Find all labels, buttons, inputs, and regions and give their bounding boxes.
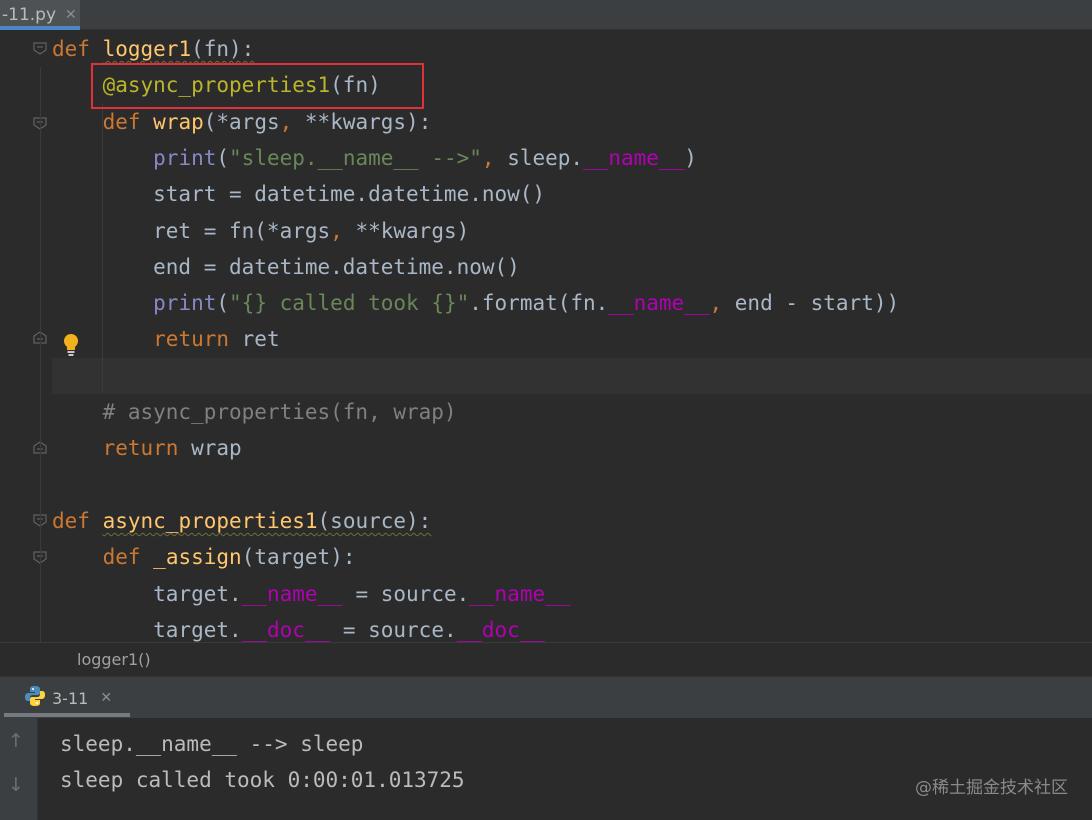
code-token: , [709, 291, 723, 316]
code-token: end = datetime.datetime.now() [52, 254, 520, 279]
code-token: ( [216, 145, 230, 170]
code-token: target. [52, 617, 242, 642]
code-token: def [102, 109, 141, 134]
code-token: __name__ [469, 581, 571, 606]
code-token: target. [52, 581, 242, 606]
code-token: end - start)) [722, 291, 900, 316]
run-output-panel[interactable]: ↑ ↓ sleep.__name__ --> sleep sleep calle… [0, 718, 1092, 820]
run-tab-label: 3-11 [52, 688, 89, 708]
code-token: "sleep.__name__ -->" [229, 145, 482, 170]
code-line[interactable]: return ret [52, 321, 280, 357]
active-tab-indicator [4, 713, 130, 717]
code-token: (fn): [191, 37, 255, 61]
code-token: return [102, 436, 179, 461]
close-icon[interactable]: ✕ [65, 7, 77, 23]
code-token: (target): [241, 545, 356, 570]
code-token: __doc__ [456, 617, 546, 642]
code-token: return [153, 327, 230, 352]
code-line[interactable]: print("{} called took {}".format(fn.__na… [52, 285, 899, 321]
code-line[interactable]: # async_properties(fn, wrap) [52, 394, 457, 430]
code-line[interactable]: print("sleep.__name__ -->", sleep.__name… [52, 140, 697, 176]
highlight-annotation-box [91, 63, 424, 109]
code-token: def [52, 508, 90, 533]
code-token: **kwargs): [292, 109, 432, 134]
code-line[interactable]: target.__doc__ = source.__doc__ [52, 612, 545, 642]
code-editor[interactable]: def logger1(fn): @async_properties1(fn) … [0, 31, 1092, 642]
code-token: ( [216, 291, 230, 316]
code-token: = source. [342, 581, 470, 606]
fold-marker-icon[interactable] [33, 42, 47, 55]
code-token: __name__ [583, 145, 685, 170]
code-token: # async_properties(fn, wrap) [52, 400, 457, 424]
code-token: wrap [178, 436, 242, 461]
indent-guide [40, 67, 41, 642]
code-token: .format(fn. [469, 291, 609, 316]
editor-file-tab[interactable]: -11.py ✕ [0, 0, 80, 30]
code-token: ret [229, 327, 280, 352]
code-token: , [279, 109, 293, 134]
code-token: , [481, 145, 495, 170]
code-token: start = datetime.datetime.now() [52, 182, 546, 207]
code-line[interactable]: def _assign(target): [52, 539, 356, 575]
code-token: (*args [203, 109, 280, 134]
close-icon[interactable]: ✕ [100, 690, 112, 706]
code-line[interactable]: target.__name__ = source.__name__ [52, 576, 570, 612]
code-token: print [153, 291, 217, 316]
editor-tab-label: -11.py [2, 5, 57, 25]
editor-gutter [0, 31, 52, 642]
editor-tab-bar: -11.py ✕ [0, 0, 1092, 30]
code-token: "{} called took {}" [229, 291, 470, 316]
output-line: sleep called took 0:00:01.013725 [60, 768, 465, 792]
run-toolbar: ↑ ↓ [0, 718, 38, 820]
code-area[interactable]: def logger1(fn): @async_properties1(fn) … [52, 31, 1092, 642]
code-token: (source): [317, 508, 432, 533]
arrow-up-icon[interactable]: ↑ [8, 730, 24, 752]
code-token: sleep. [494, 145, 584, 170]
code-token: print [153, 145, 217, 170]
code-token: __name__ [241, 581, 343, 606]
run-tool-window-header: 3-11 ✕ [0, 676, 1092, 718]
watermark: @稀土掘金技术社区 [915, 778, 1068, 798]
code-token: _assign [153, 545, 242, 570]
code-line[interactable]: start = datetime.datetime.now() [52, 176, 545, 212]
code-token: ret = fn(*args [52, 218, 331, 243]
code-line[interactable]: end = datetime.datetime.now() [52, 249, 520, 285]
output-line: sleep.__name__ --> sleep [60, 732, 364, 756]
code-token: wrap [153, 109, 204, 134]
code-token: logger1 [102, 37, 192, 61]
code-token: __name__ [608, 291, 710, 316]
code-token: __doc__ [241, 617, 331, 642]
code-token: async_properties1 [102, 508, 318, 533]
breadcrumb-item[interactable]: logger1() [77, 650, 151, 669]
code-token: = source. [330, 617, 457, 642]
code-line[interactable]: def async_properties1(source): [52, 503, 431, 539]
code-line[interactable]: return wrap [52, 430, 242, 466]
python-icon [24, 685, 46, 711]
code-line[interactable]: ret = fn(*args, **kwargs) [52, 213, 469, 249]
code-token: , [330, 218, 343, 243]
breadcrumb[interactable]: logger1() [0, 642, 1092, 676]
code-token: def [102, 545, 141, 570]
code-token: ) [684, 145, 697, 170]
code-line[interactable]: def logger1(fn): [52, 31, 254, 67]
code-token: def [52, 37, 90, 61]
arrow-down-icon[interactable]: ↓ [8, 774, 24, 796]
code-token: **kwargs) [342, 218, 470, 243]
active-tab-indicator [0, 26, 80, 30]
